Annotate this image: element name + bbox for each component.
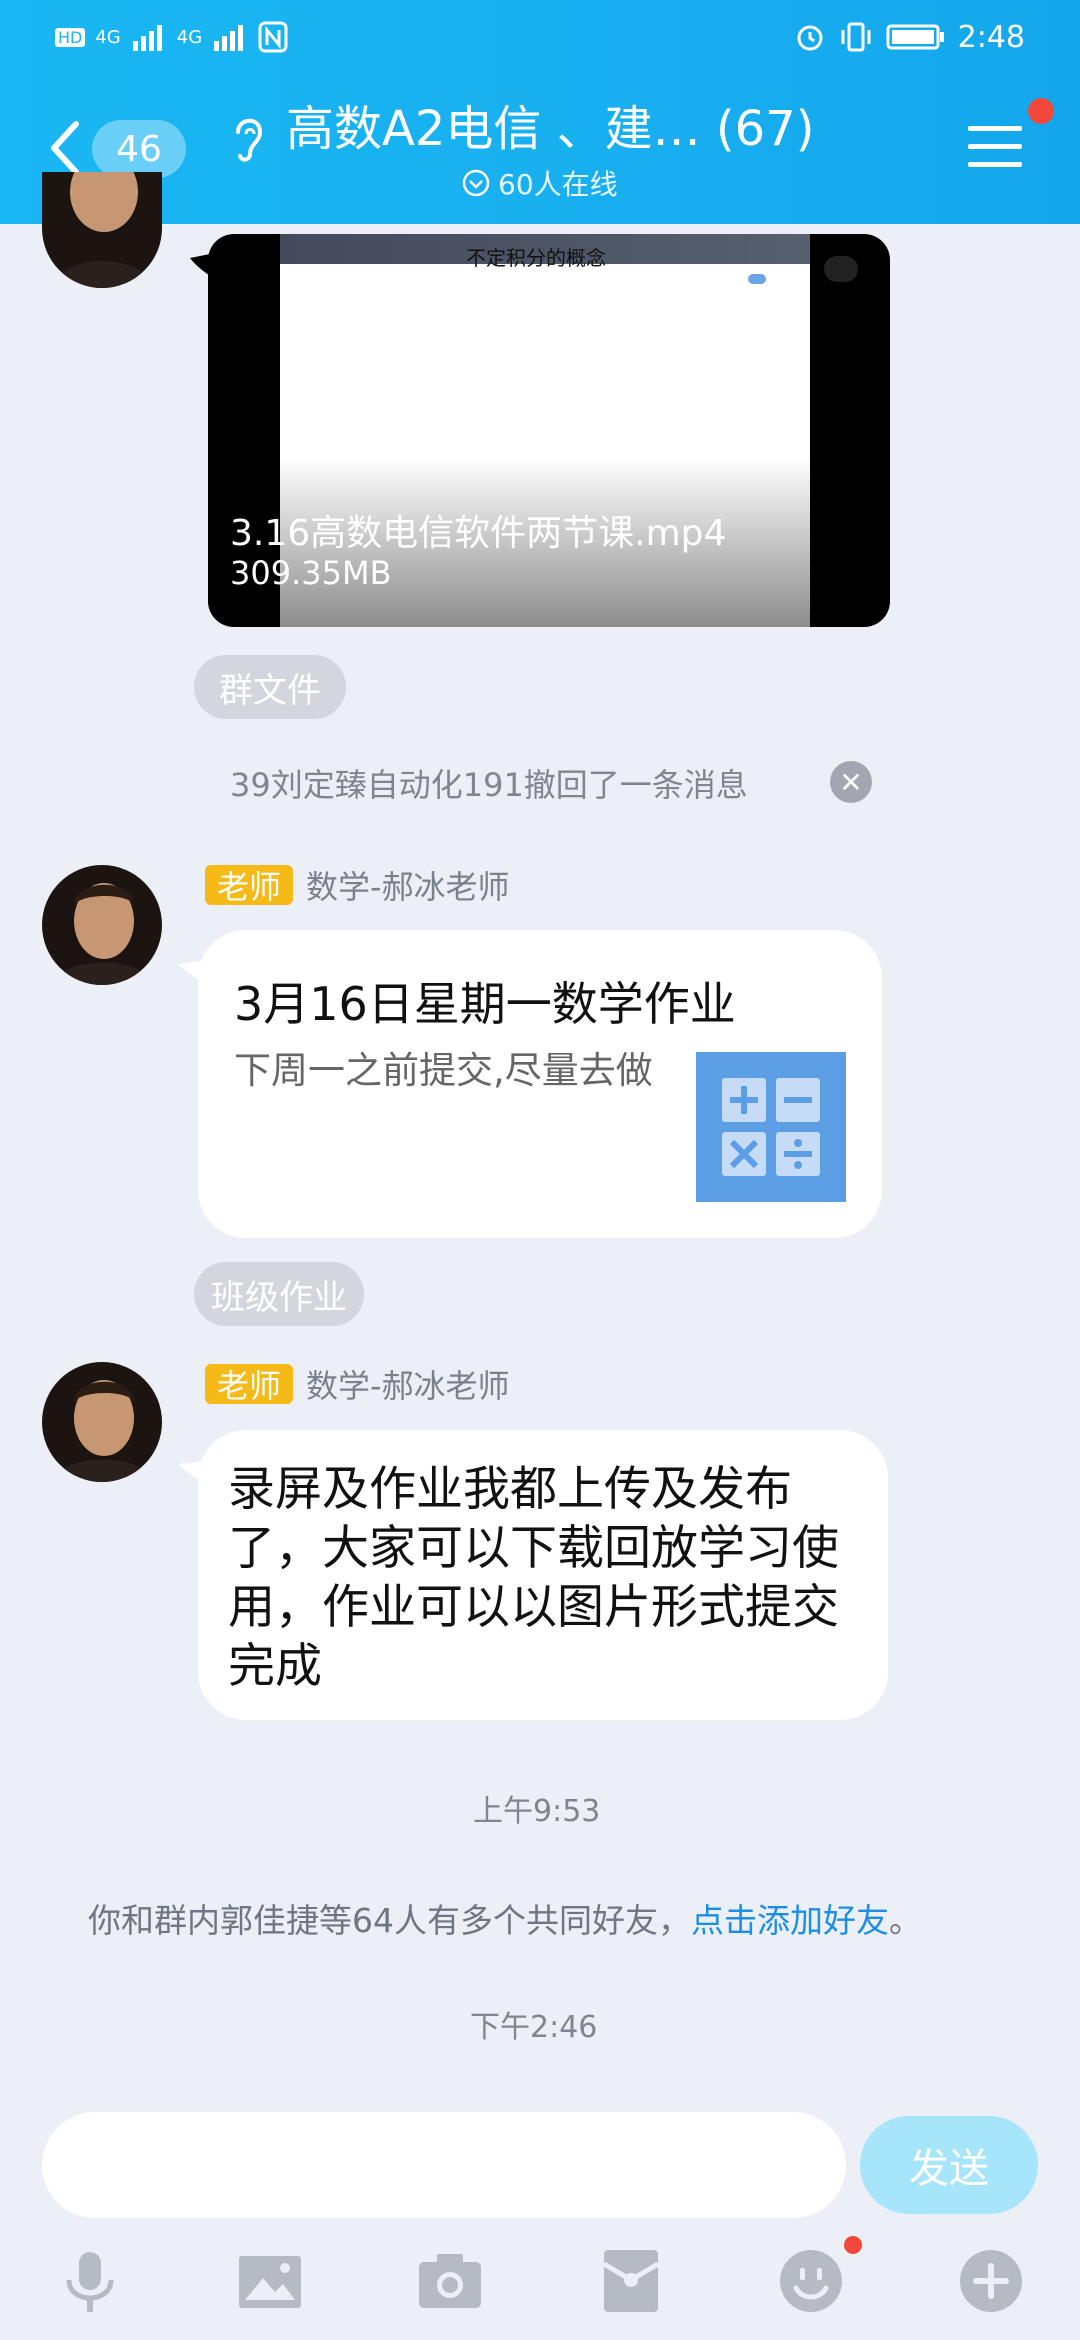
avatar[interactable] bbox=[42, 865, 162, 985]
network-label-1: 4G bbox=[95, 26, 121, 48]
notification-dot bbox=[1028, 98, 1054, 124]
video-file-name: 3.16高数电信软件两节课.mp4 bbox=[230, 513, 727, 554]
thumbnail-indicator bbox=[748, 274, 766, 284]
signal-icon-2 bbox=[214, 25, 244, 51]
unread-count-badge[interactable]: 46 bbox=[92, 120, 186, 178]
alarm-icon bbox=[797, 25, 823, 51]
battery-icon bbox=[886, 24, 944, 50]
homework-card[interactable]: 3月16日星期一数学作业 下周一之前提交,尽量去做 bbox=[198, 930, 882, 1238]
group-file-tag[interactable]: 群文件 bbox=[194, 655, 346, 719]
status-time: 2:48 bbox=[957, 19, 1025, 55]
homework-description: 下周一之前提交,尽量去做 bbox=[234, 1049, 653, 1092]
avatar-image bbox=[42, 1362, 162, 1482]
video-file-size: 309.35MB bbox=[230, 554, 392, 592]
camera-icon[interactable] bbox=[415, 2246, 485, 2316]
slide-title: 不定积分的概念 bbox=[466, 246, 606, 270]
video-message[interactable]: 不定积分的概念 3.16高数电信软件两节课.mp4 309.35MB bbox=[208, 234, 890, 627]
avatar-image bbox=[42, 865, 162, 985]
timestamp: 上午9:53 bbox=[473, 1794, 601, 1829]
homework-title: 3月16日星期一数学作业 bbox=[234, 977, 736, 1031]
online-count: 60人在线 bbox=[498, 168, 618, 201]
ear-icon[interactable] bbox=[228, 108, 268, 164]
notification-dot bbox=[844, 2236, 862, 2254]
message-text: 录屏及作业我都上传及发布了，大家可以下载回放学习使用，作业可以以图片形式提交完成 bbox=[228, 1462, 839, 1694]
close-icon[interactable]: ✕ bbox=[830, 761, 872, 803]
class-homework-tag[interactable]: 班级作业 bbox=[194, 1262, 364, 1326]
online-status[interactable]: 60人在线 bbox=[462, 160, 618, 206]
recall-notice: 39刘定臻自动化191撤回了一条消息 bbox=[230, 766, 748, 804]
send-button[interactable]: 发送 bbox=[860, 2116, 1038, 2214]
plus-icon[interactable] bbox=[956, 2246, 1026, 2316]
status-bar-left: HD 4G 4G bbox=[55, 14, 288, 60]
avatar-image bbox=[42, 172, 162, 288]
calculator-icon bbox=[696, 1052, 846, 1202]
add-friend-link[interactable]: 点击添加好友 bbox=[691, 1901, 889, 1940]
sender-name[interactable]: 数学-郝冰老师 bbox=[306, 1361, 510, 1407]
avatar[interactable] bbox=[42, 1362, 162, 1482]
chevron-down-circle-icon bbox=[462, 169, 490, 197]
hd-label-1: HD bbox=[55, 27, 86, 47]
sender-name[interactable]: 数学-郝冰老师 bbox=[306, 862, 510, 908]
avatar[interactable] bbox=[42, 172, 162, 288]
timestamp: 下午2:46 bbox=[470, 2010, 598, 2045]
status-bar-right: 2:48 bbox=[794, 14, 1025, 60]
signal-icon bbox=[132, 25, 162, 51]
video-camera-icon bbox=[824, 256, 858, 282]
teacher-badge: 老师 bbox=[205, 865, 294, 906]
hint-end: 。 bbox=[889, 1901, 922, 1940]
network-label-2: 4G bbox=[176, 26, 203, 48]
message-input[interactable] bbox=[42, 2112, 846, 2218]
nfc-icon bbox=[258, 21, 288, 53]
emoji-icon[interactable] bbox=[776, 2246, 846, 2316]
common-friends-hint: 你和群内郭佳捷等64人有多个共同好友，点击添加好友。 bbox=[88, 1894, 922, 1942]
chat-title[interactable]: 高数A2电信 、建… (67) bbox=[286, 92, 846, 166]
text-message-bubble[interactable]: 录屏及作业我都上传及发布了，大家可以下载回放学习使用，作业可以以图片形式提交完成 bbox=[198, 1430, 888, 1720]
header-bar: HD 4G 4G 2:48 46 高数A2电信 、建… (67) 60人在线 bbox=[0, 0, 1080, 224]
vibrate-icon bbox=[841, 22, 871, 52]
microphone-icon[interactable] bbox=[55, 2246, 125, 2316]
menu-icon[interactable] bbox=[968, 122, 1022, 170]
red-packet-icon[interactable] bbox=[596, 2246, 666, 2316]
teacher-badge: 老师 bbox=[205, 1364, 294, 1405]
common-friends-text: 你和群内郭佳捷等64人有多个共同好友， bbox=[88, 1901, 691, 1940]
image-icon[interactable] bbox=[235, 2246, 305, 2316]
